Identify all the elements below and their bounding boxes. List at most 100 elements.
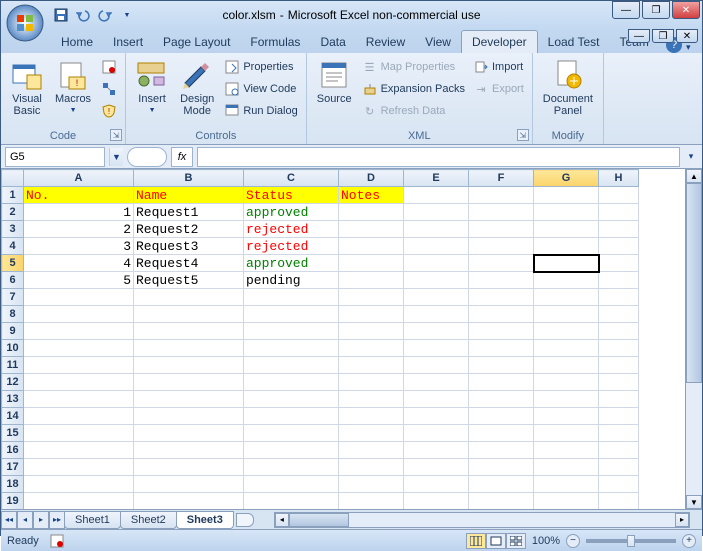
cell-B3[interactable]: Request2 xyxy=(134,221,244,238)
cell-B12[interactable] xyxy=(134,374,244,391)
cell-F9[interactable] xyxy=(469,323,534,340)
cell-H4[interactable] xyxy=(599,238,639,255)
normal-view-button[interactable] xyxy=(466,533,486,549)
visual-basic-button[interactable]: Visual Basic xyxy=(7,57,47,119)
select-all-corner[interactable] xyxy=(2,170,24,187)
next-sheet-button[interactable]: ▸ xyxy=(33,511,49,529)
cell-C6[interactable]: pending xyxy=(244,272,339,289)
cell-H1[interactable] xyxy=(599,187,639,204)
cell-E8[interactable] xyxy=(404,306,469,323)
cell-G10[interactable] xyxy=(534,340,599,357)
cell-C8[interactable] xyxy=(244,306,339,323)
cell-C1[interactable]: Status xyxy=(244,187,339,204)
cell-E2[interactable] xyxy=(404,204,469,221)
cell-F17[interactable] xyxy=(469,459,534,476)
cell-A19[interactable] xyxy=(24,493,134,510)
cell-E3[interactable] xyxy=(404,221,469,238)
cell-A6[interactable]: 5 xyxy=(24,272,134,289)
cell-C13[interactable] xyxy=(244,391,339,408)
cell-G18[interactable] xyxy=(534,476,599,493)
cell-C11[interactable] xyxy=(244,357,339,374)
new-sheet-button[interactable] xyxy=(236,513,254,527)
cell-B8[interactable] xyxy=(134,306,244,323)
worksheet-grid[interactable]: ABCDEFGH1No.NameStatusNotes21Request1app… xyxy=(1,169,702,509)
cell-H13[interactable] xyxy=(599,391,639,408)
vertical-scroll-thumb[interactable] xyxy=(686,183,702,383)
cell-G12[interactable] xyxy=(534,374,599,391)
cell-H9[interactable] xyxy=(599,323,639,340)
cell-A1[interactable]: No. xyxy=(24,187,134,204)
zoom-level[interactable]: 100% xyxy=(532,535,560,547)
cell-F4[interactable] xyxy=(469,238,534,255)
cell-G15[interactable] xyxy=(534,425,599,442)
cell-E18[interactable] xyxy=(404,476,469,493)
horizontal-scrollbar[interactable]: ◂ ▸ xyxy=(274,512,690,528)
cell-B14[interactable] xyxy=(134,408,244,425)
cell-B9[interactable] xyxy=(134,323,244,340)
cell-F2[interactable] xyxy=(469,204,534,221)
cell-C2[interactable]: approved xyxy=(244,204,339,221)
cell-B2[interactable]: Request1 xyxy=(134,204,244,221)
cell-C9[interactable] xyxy=(244,323,339,340)
cell-H17[interactable] xyxy=(599,459,639,476)
col-header-E[interactable]: E xyxy=(404,170,469,187)
cell-B13[interactable] xyxy=(134,391,244,408)
cell-E7[interactable] xyxy=(404,289,469,306)
cell-C14[interactable] xyxy=(244,408,339,425)
cell-D11[interactable] xyxy=(339,357,404,374)
tab-view[interactable]: View xyxy=(415,31,461,53)
cell-H19[interactable] xyxy=(599,493,639,510)
tab-formulas[interactable]: Formulas xyxy=(240,31,310,53)
cell-F15[interactable] xyxy=(469,425,534,442)
cell-D10[interactable] xyxy=(339,340,404,357)
row-header-2[interactable]: 2 xyxy=(2,204,24,221)
undo-icon[interactable] xyxy=(73,5,93,25)
cell-E4[interactable] xyxy=(404,238,469,255)
row-header-10[interactable]: 10 xyxy=(2,340,24,357)
row-header-6[interactable]: 6 xyxy=(2,272,24,289)
row-header-7[interactable]: 7 xyxy=(2,289,24,306)
cell-G16[interactable] xyxy=(534,442,599,459)
cell-F8[interactable] xyxy=(469,306,534,323)
macro-security-button[interactable]: ! xyxy=(99,101,119,121)
cell-H16[interactable] xyxy=(599,442,639,459)
cell-E19[interactable] xyxy=(404,493,469,510)
zoom-slider[interactable] xyxy=(586,539,676,543)
cell-H10[interactable] xyxy=(599,340,639,357)
tab-insert[interactable]: Insert xyxy=(103,31,153,53)
expansion-packs-button[interactable]: Expansion Packs xyxy=(360,79,467,99)
cell-F18[interactable] xyxy=(469,476,534,493)
cell-E11[interactable] xyxy=(404,357,469,374)
cell-C18[interactable] xyxy=(244,476,339,493)
properties-button[interactable]: Properties xyxy=(222,57,299,77)
cell-E15[interactable] xyxy=(404,425,469,442)
tab-page-layout[interactable]: Page Layout xyxy=(153,31,240,53)
workbook-minimize-button[interactable]: — xyxy=(628,29,650,43)
minimize-ribbon-icon[interactable]: ▾ xyxy=(686,42,698,53)
cell-H11[interactable] xyxy=(599,357,639,374)
group-code-launcher[interactable]: ⇲ xyxy=(110,129,122,141)
cell-C17[interactable] xyxy=(244,459,339,476)
cell-A11[interactable] xyxy=(24,357,134,374)
col-header-H[interactable]: H xyxy=(599,170,639,187)
cell-A15[interactable] xyxy=(24,425,134,442)
sheet-tab-sheet1[interactable]: Sheet1 xyxy=(64,511,121,529)
cell-B17[interactable] xyxy=(134,459,244,476)
cell-E14[interactable] xyxy=(404,408,469,425)
tab-developer[interactable]: Developer xyxy=(461,30,538,53)
cell-F5[interactable] xyxy=(469,255,534,272)
cell-D13[interactable] xyxy=(339,391,404,408)
cell-C16[interactable] xyxy=(244,442,339,459)
cell-B5[interactable]: Request4 xyxy=(134,255,244,272)
cell-G11[interactable] xyxy=(534,357,599,374)
tab-load-test[interactable]: Load Test xyxy=(538,31,610,53)
row-header-16[interactable]: 16 xyxy=(2,442,24,459)
cell-C5[interactable]: approved xyxy=(244,255,339,272)
office-button[interactable] xyxy=(5,3,45,43)
cell-B15[interactable] xyxy=(134,425,244,442)
row-header-8[interactable]: 8 xyxy=(2,306,24,323)
col-header-C[interactable]: C xyxy=(244,170,339,187)
cell-C19[interactable] xyxy=(244,493,339,510)
cell-D8[interactable] xyxy=(339,306,404,323)
cell-A4[interactable]: 3 xyxy=(24,238,134,255)
